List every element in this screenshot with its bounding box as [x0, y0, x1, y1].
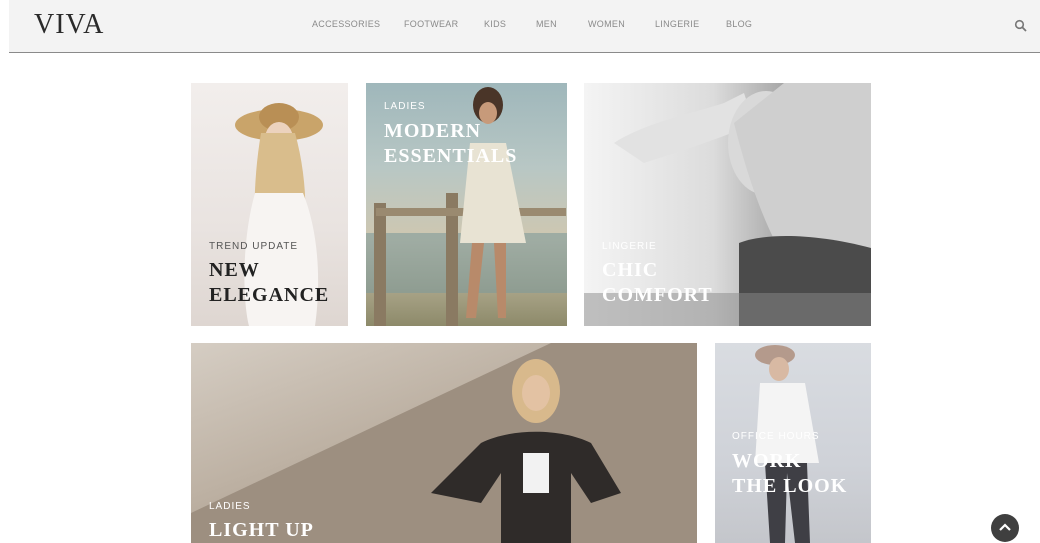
tile-kicker: LINGERIE	[602, 241, 657, 252]
nav-item-kids[interactable]: KIDS	[484, 19, 506, 29]
nav-item-lingerie[interactable]: LINGERIE	[655, 19, 699, 29]
model-photo	[191, 343, 697, 543]
chevron-up-icon	[999, 523, 1011, 531]
tile-headline-line1: MODERN	[384, 120, 482, 142]
tile-headline-line1: LIGHT UP	[209, 519, 314, 541]
promo-tile-work-the-look[interactable]: OFFICE HOURS WORK THE LOOK	[715, 343, 871, 543]
model-photo	[755, 345, 819, 543]
tile-headline-line2: ELEGANCE	[209, 284, 330, 306]
main-nav: ACCESSORIES FOOTWEAR KIDS MEN WOMEN LING…	[9, 19, 1040, 33]
promo-tile-modern-essentials[interactable]: LADIES MODERN ESSENTIALS	[366, 83, 567, 326]
nav-item-women[interactable]: WOMEN	[588, 19, 625, 29]
site-header: VIVA ACCESSORIES FOOTWEAR KIDS MEN WOMEN…	[9, 0, 1040, 53]
tile-kicker: LADIES	[209, 501, 251, 512]
tile-headline-line1: CHIC	[602, 259, 659, 281]
tile-kicker: TREND UPDATE	[209, 241, 299, 252]
tile-headline-line1: NEW	[209, 259, 260, 281]
nav-item-footwear[interactable]: FOOTWEAR	[404, 19, 458, 29]
back-to-top-button[interactable]	[991, 514, 1019, 542]
nav-item-blog[interactable]: BLOG	[726, 19, 752, 29]
tile-kicker: LADIES	[384, 101, 426, 112]
promo-tile-chic-comfort[interactable]: LINGERIE CHIC COMFORT	[584, 83, 871, 326]
promo-tile-new-elegance[interactable]: TREND UPDATE NEW ELEGANCE	[191, 83, 348, 326]
promo-tile-light-up[interactable]: LADIES LIGHT UP	[191, 343, 697, 543]
nav-item-accessories[interactable]: ACCESSORIES	[312, 19, 380, 29]
search-icon[interactable]	[1014, 19, 1028, 33]
tile-headline-line2: ESSENTIALS	[384, 145, 518, 167]
tile-headline-line2: THE LOOK	[732, 475, 848, 497]
nav-item-men[interactable]: MEN	[536, 19, 557, 29]
tile-headline-line1: WORK	[732, 450, 802, 472]
tile-kicker: OFFICE HOURS	[732, 431, 820, 442]
tile-headline-line2: COMFORT	[602, 284, 713, 306]
